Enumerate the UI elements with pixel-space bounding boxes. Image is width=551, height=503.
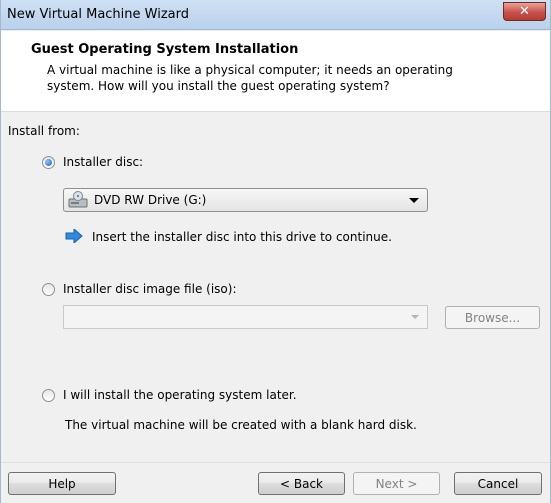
cancel-button[interactable]: Cancel	[454, 472, 542, 495]
blue-arrow-icon	[65, 229, 83, 243]
drive-select-value: DVD RW Drive (G:)	[94, 193, 207, 207]
dvd-drive-icon	[68, 191, 88, 208]
wizard-header: Guest Operating System Installation A vi…	[1, 31, 550, 112]
description-line-2: system. How will you install the guest o…	[47, 79, 390, 93]
page-description: A virtual machine is like a physical com…	[47, 62, 507, 94]
help-button-label: Help	[48, 476, 76, 491]
close-button[interactable]: ✕	[503, 2, 546, 21]
drive-select[interactable]: DVD RW Drive (G:)	[63, 188, 428, 212]
next-button-label: Next >	[375, 476, 418, 491]
install-later-radio[interactable]	[42, 389, 55, 402]
description-line-1: A virtual machine is like a physical com…	[47, 63, 453, 77]
back-button[interactable]: < Back	[258, 472, 345, 495]
back-button-label: < Back	[279, 476, 323, 491]
installer-disc-label[interactable]: Installer disc:	[63, 155, 143, 169]
page-title: Guest Operating System Installation	[31, 42, 299, 57]
installer-disc-radio[interactable]	[42, 156, 55, 169]
browse-button-label: Browse...	[464, 310, 521, 325]
install-later-label[interactable]: I will install the operating system late…	[63, 388, 297, 402]
help-button[interactable]: Help	[8, 472, 116, 495]
install-later-note: The virtual machine will be created with…	[65, 418, 417, 432]
window-title: New Virtual Machine Wizard	[7, 7, 189, 22]
iso-path-input[interactable]	[63, 305, 428, 329]
wizard-content: Install from: Installer disc: DVD RW Dri…	[1, 112, 550, 462]
wizard-window: New Virtual Machine Wizard ✕ Guest Opera…	[0, 0, 551, 503]
cancel-button-label: Cancel	[477, 476, 519, 491]
browse-button[interactable]: Browse...	[445, 306, 540, 329]
install-from-label: Install from:	[8, 124, 80, 138]
installer-iso-label[interactable]: Installer disc image file (iso):	[63, 282, 236, 296]
wizard-footer: Help < Back Next > Cancel	[1, 462, 550, 503]
title-bar[interactable]: New Virtual Machine Wizard ✕	[1, 0, 550, 30]
next-button[interactable]: Next >	[353, 472, 440, 495]
chevron-down-icon[interactable]	[409, 198, 419, 203]
installer-iso-radio[interactable]	[42, 283, 55, 296]
close-icon: ✕	[519, 4, 530, 19]
chevron-down-icon[interactable]	[411, 315, 419, 319]
insert-disc-info: Insert the installer disc into this driv…	[92, 230, 392, 244]
